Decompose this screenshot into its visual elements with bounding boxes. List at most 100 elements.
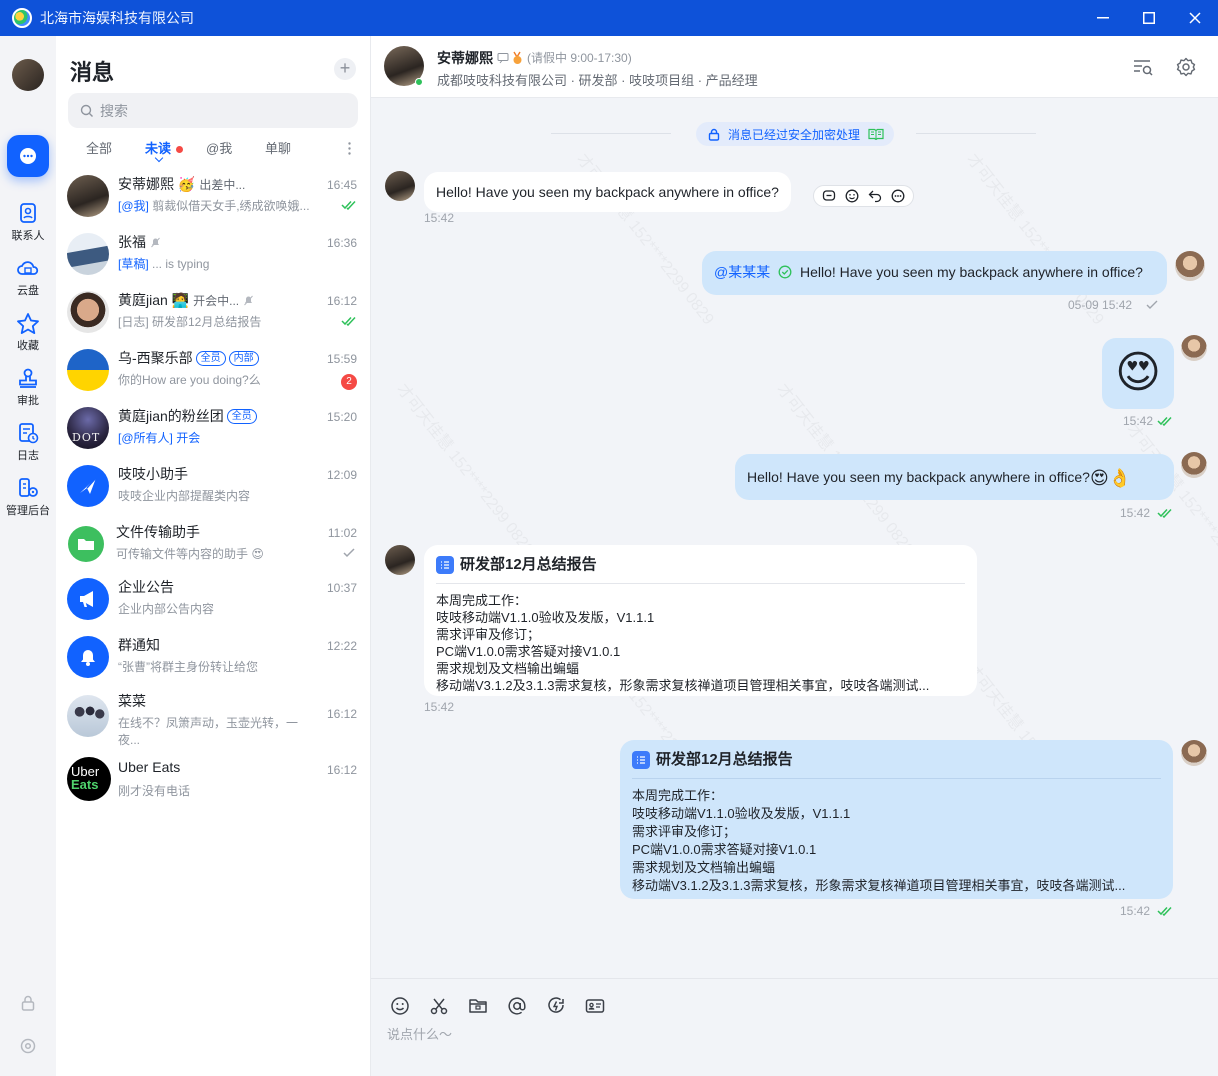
- my-avatar[interactable]: [1181, 740, 1207, 766]
- minimize-button[interactable]: [1080, 0, 1126, 36]
- sender-avatar[interactable]: [385, 171, 415, 201]
- gear-icon[interactable]: [1176, 57, 1196, 77]
- nav-item-approval[interactable]: 审批: [0, 367, 56, 408]
- search-box[interactable]: [68, 93, 358, 128]
- tab-direct[interactable]: 单聊: [265, 138, 291, 157]
- search-history-icon[interactable]: [1133, 57, 1153, 77]
- sender-avatar[interactable]: [385, 545, 415, 575]
- conversation-item[interactable]: 黄庭jian 🧑‍💻 开会中... [日志] 研发部12月总结报告 16:12: [56, 286, 371, 344]
- conversation-item[interactable]: 吱吱小助手 吱吱企业内部提醒类内容 12:09: [56, 460, 371, 518]
- avatar: [67, 233, 109, 275]
- left-nav: 联系人 云盘 收藏 审批 日志 管理后台: [0, 36, 56, 1076]
- more-icon[interactable]: [891, 189, 905, 203]
- lock-icon[interactable]: [19, 994, 37, 1012]
- message-preview: 翦裁似借天女手,绣成欲唤娥...: [148, 199, 310, 213]
- message-time: 15:42: [1120, 904, 1151, 918]
- mention-button[interactable]: [506, 995, 528, 1017]
- quick-reply-button[interactable]: [545, 995, 567, 1017]
- chat-bubble-icon: [20, 148, 36, 164]
- message-time: 15:42: [1120, 506, 1151, 520]
- message-input[interactable]: [387, 1027, 1087, 1042]
- message-preview: 可传输文件等内容的助手 😍: [116, 547, 264, 561]
- divider: [551, 133, 671, 134]
- conversation-item[interactable]: DOT 黄庭jian的粉丝团 全员 [@所有人] 开会 15:20: [56, 402, 371, 460]
- my-avatar[interactable]: [12, 59, 44, 91]
- nav-item-admin[interactable]: 管理后台: [0, 477, 56, 518]
- emoji-button[interactable]: [389, 995, 411, 1017]
- file-button[interactable]: [467, 995, 489, 1017]
- avatar: [67, 695, 109, 737]
- message-time: 15:42: [1123, 414, 1154, 428]
- card-line: 需求评审及修订；: [436, 627, 541, 642]
- leave-status: (请假中 9:00-17:30): [527, 51, 632, 65]
- translate-icon[interactable]: [822, 189, 836, 203]
- new-chat-button[interactable]: +: [334, 58, 356, 80]
- tab-unread[interactable]: 未读: [145, 138, 184, 163]
- message-bubble[interactable]: Hello! Have you seen my backpack anywher…: [735, 454, 1174, 500]
- document-icon: [436, 556, 454, 574]
- nav-item-logs[interactable]: 日志: [0, 422, 56, 463]
- nav-item-favorites[interactable]: 收藏: [0, 312, 56, 353]
- nav-item-label: 联系人: [11, 230, 45, 242]
- conversation-item[interactable]: 文件传输助手 可传输文件等内容的助手 😍 11:02: [56, 518, 371, 576]
- emoji-react-icon[interactable]: [845, 189, 859, 203]
- message-time: 15:42: [424, 700, 455, 714]
- close-button[interactable]: [1172, 0, 1218, 36]
- nav-messages-button[interactable]: [7, 135, 49, 177]
- message-bubble[interactable]: Hello! Have you seen my backpack anywher…: [424, 172, 791, 212]
- double-check-icon: [1157, 508, 1172, 518]
- emoji-message[interactable]: 😍: [1102, 338, 1174, 409]
- search-input[interactable]: [100, 102, 340, 119]
- card-line: 需求评审及修订；: [632, 824, 737, 839]
- logo-text: Eats: [71, 777, 99, 792]
- mute-bell-icon: [244, 295, 254, 306]
- card-title-text: 研发部12月总结报告: [656, 751, 793, 768]
- message-time: 05-09 15:42: [1068, 298, 1133, 312]
- timestamp: 10:37: [326, 581, 357, 595]
- conversation-item[interactable]: 群通知 “张曹”将群主身份转让给您 12:22: [56, 631, 371, 689]
- contact-name: Uber Eats: [118, 759, 181, 775]
- card-line: PC端V1.0.0需求答疑对接V1.0.1: [632, 842, 817, 857]
- conversation-item[interactable]: 企业公告 企业内部公告内容 10:37: [56, 573, 371, 631]
- message-preview: 企业内部公告内容: [118, 602, 215, 616]
- conversation-item[interactable]: 菜菜 在线不？凤箫声动，玉壶光转，一 夜... 16:12: [56, 687, 371, 753]
- contact-card-button[interactable]: [584, 995, 606, 1017]
- message-bubble[interactable]: @某某某 Hello! Have you seen my backpack an…: [702, 251, 1167, 295]
- mention-link[interactable]: @某某某: [714, 264, 770, 280]
- at-icon: [508, 997, 526, 1015]
- book-icon[interactable]: [868, 128, 884, 140]
- tab-all[interactable]: 全部: [86, 138, 112, 157]
- app-logo-icon: [12, 8, 32, 28]
- nav-item-contacts[interactable]: 联系人: [0, 202, 56, 243]
- reply-icon[interactable]: [868, 189, 882, 203]
- my-avatar[interactable]: [1181, 335, 1207, 361]
- avatar: [67, 175, 109, 217]
- screenshot-button[interactable]: [428, 995, 450, 1017]
- more-icon[interactable]: [348, 142, 351, 155]
- settings-icon[interactable]: [19, 1037, 37, 1055]
- contact-name: 安蒂娜熙: [118, 176, 174, 192]
- message-text: Hello! Have you seen my backpack anywher…: [747, 469, 1090, 485]
- conversation-item[interactable]: 安蒂娜熙 🥳 出差中... [@我] 翦裁似借天女手,绣成欲唤娥... 16:45: [56, 170, 371, 228]
- group-name: 黄庭jian的粉丝团: [118, 408, 224, 424]
- my-avatar[interactable]: [1175, 251, 1205, 281]
- report-card[interactable]: 研发部12月总结报告 本周完成工作： 吱吱移动端V1.1.0验收及发版，V1.1…: [424, 545, 977, 696]
- org-path: 成都吱吱科技有限公司 · 研发部 · 吱吱项目组 · 产品经理: [437, 73, 758, 88]
- timestamp: 16:12: [326, 294, 357, 308]
- tab-mentions[interactable]: @我: [206, 138, 232, 157]
- report-card[interactable]: 研发部12月总结报告 本周完成工作： 吱吱移动端V1.1.0验收及发版，V1.1…: [620, 740, 1173, 899]
- conversation-item[interactable]: 乌-西聚乐部 全员 内部 你的How are you doing?么 15:59 2: [56, 344, 371, 402]
- double-check-icon: [341, 316, 356, 326]
- card-line: 吱吱移动端V1.1.0验收及发版，V1.1.1: [632, 806, 851, 821]
- conversation-item[interactable]: Uber Eats Uber Eats 刚才没有电话 16:12: [56, 755, 371, 813]
- window-title: 北海市海娱科技有限公司: [40, 10, 194, 26]
- nav-item-cloud-drive[interactable]: 云盘: [0, 257, 56, 298]
- timestamp: 16:36: [326, 236, 357, 250]
- timestamp: 15:59: [326, 352, 357, 366]
- message-composer: [371, 978, 1218, 1076]
- my-avatar[interactable]: [1181, 452, 1207, 478]
- maximize-button[interactable]: [1126, 0, 1172, 36]
- conversation-item[interactable]: 张福 [草稿] ... is typing 16:36: [56, 228, 371, 286]
- message-status-icon: [497, 53, 509, 64]
- smile-icon: [391, 997, 409, 1015]
